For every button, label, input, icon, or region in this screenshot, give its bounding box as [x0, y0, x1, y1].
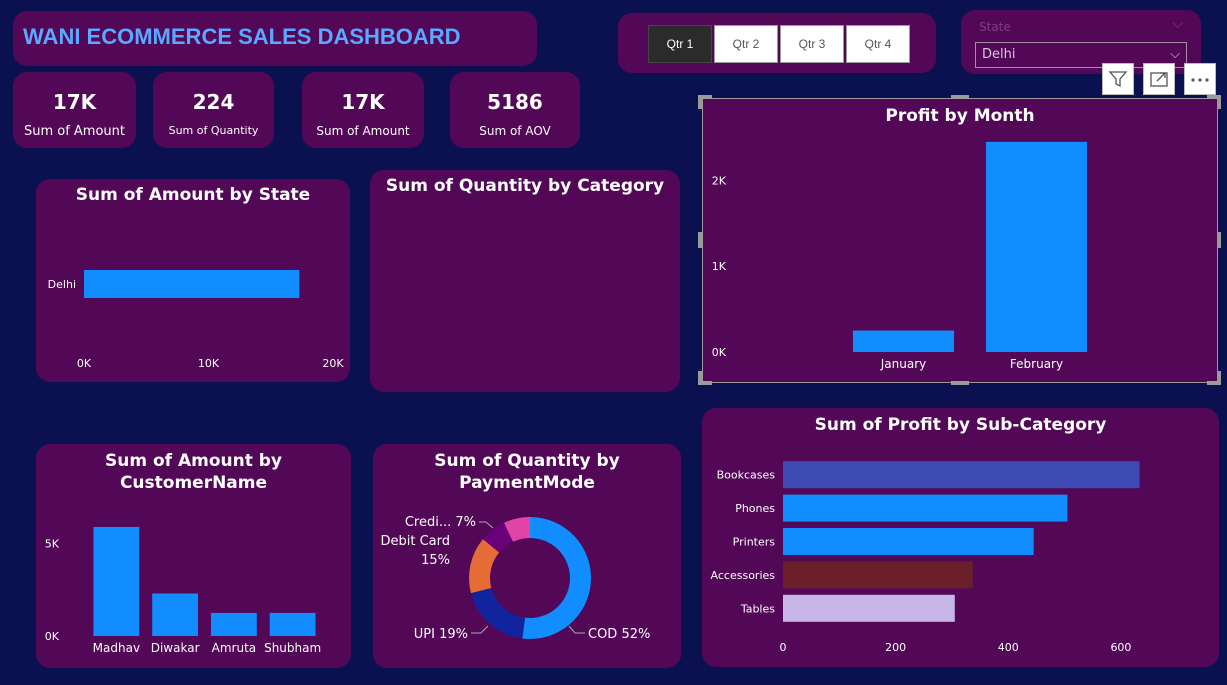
resize-handle[interactable]	[1217, 371, 1221, 385]
kpi-value: 224	[192, 90, 235, 114]
kpi-card-quantity[interactable]: 224 Sum of Quantity	[153, 72, 274, 148]
kpi-label: Sum of Amount	[23, 124, 126, 139]
filter-icon[interactable]	[1102, 63, 1134, 95]
focus-mode-icon[interactable]	[1143, 63, 1175, 95]
state-slicer-label: State	[979, 20, 1011, 34]
category-label: Bookcases	[717, 469, 776, 482]
kpi-label: Sum of AOV	[479, 124, 551, 138]
resize-handle[interactable]	[951, 381, 969, 385]
leader-line	[568, 625, 585, 634]
resize-handle[interactable]	[698, 232, 702, 248]
bar-printers	[783, 528, 1034, 555]
quantity-by-payment-svg: COD 52% UPI 19% Debit Card 15% Credi... 7%	[380, 515, 650, 642]
title-panel: WANI ECOMMERCE SALES DASHBOARD	[13, 11, 537, 66]
quarter-button-2[interactable]: Qtr 2	[714, 25, 778, 63]
bar-shubham	[269, 612, 316, 636]
category-label: Tables	[740, 602, 775, 615]
category-label: January	[880, 357, 927, 371]
bar-tables	[783, 594, 955, 622]
bar-madhav	[93, 526, 140, 636]
y-tick-label: 5K	[45, 538, 60, 551]
bar-delhi	[84, 270, 300, 298]
category-label: Printers	[733, 536, 776, 549]
bar-diwakar	[152, 593, 199, 636]
slice-label-credit: Credi... 7%	[405, 515, 476, 530]
x-tick-label: 400	[998, 641, 1019, 654]
kpi-value: 17K	[341, 90, 385, 114]
chart-amount-by-state[interactable]: Sum of Amount by State 0K 10K 20K Delhi	[36, 179, 350, 382]
x-tick-label: 10K	[198, 357, 220, 370]
category-label: Madhav	[93, 641, 140, 655]
x-tick-label: 20K	[322, 357, 344, 370]
bar-accessories	[783, 561, 973, 589]
resize-handle[interactable]	[1217, 95, 1221, 109]
amount-by-state-svg: 0K 10K 20K Delhi	[48, 270, 344, 370]
chart-quantity-by-payment[interactable]: Sum of Quantity by PaymentMode COD 52% UP…	[373, 444, 681, 668]
quarter-slicer: Qtr 1 Qtr 2 Qtr 3 Qtr 4	[618, 13, 936, 73]
kpi-value: 5186	[487, 90, 543, 114]
x-tick-label: 0	[780, 641, 787, 654]
y-tick-label: 0K	[45, 630, 60, 643]
chevron-down-icon[interactable]: ⌵	[1172, 16, 1183, 32]
amount-by-customer-svg: 0K 5K Madhav Diwakar Amruta Shubham	[45, 526, 321, 655]
x-tick-label: 600	[1110, 641, 1131, 654]
resize-handle[interactable]	[1217, 232, 1221, 248]
slice-label-cod: COD 52%	[588, 627, 650, 642]
resize-handle[interactable]	[951, 95, 969, 99]
quantity-by-category-svg	[370, 170, 680, 392]
kpi-card-amount-2[interactable]: 17K Sum of Amount	[302, 72, 424, 148]
category-label: February	[1010, 357, 1063, 371]
chart-profit-by-subcategory[interactable]: Sum of Profit by Sub-Category 0 200 400 600…	[702, 408, 1219, 667]
chart-quantity-by-category[interactable]: Sum of Quantity by Category	[370, 170, 680, 392]
category-label: Amruta	[212, 641, 257, 655]
profit-by-month-svg: 0K 1K 2K January February	[712, 141, 1088, 371]
dashboard-title: WANI ECOMMERCE SALES DASHBOARD	[23, 24, 461, 49]
bar-bookcases	[783, 461, 1140, 489]
bar-february	[985, 141, 1088, 352]
chart-profit-by-month[interactable]: Profit by Month 0K 1K 2K January February	[702, 98, 1218, 383]
kpi-label: Sum of Amount	[316, 124, 410, 138]
bar-january	[852, 330, 955, 352]
slice-label-debit-card: Debit Card	[380, 534, 450, 549]
leader-line	[479, 521, 494, 529]
category-label: Delhi	[48, 278, 76, 291]
y-tick-label: 2K	[712, 174, 727, 187]
leader-line	[471, 625, 489, 634]
slice-upi	[470, 587, 525, 639]
y-tick-label: 1K	[712, 260, 727, 273]
resize-handle[interactable]	[698, 371, 702, 385]
kpi-value: 17K	[52, 90, 97, 114]
chart-amount-by-customer[interactable]: Sum of Amount by CustomerName 0K 5K Madhav…	[36, 444, 351, 668]
category-label: Diwakar	[151, 641, 200, 655]
quarter-button-3[interactable]: Qtr 3	[780, 25, 844, 63]
bar-phones	[783, 494, 1068, 522]
resize-handle[interactable]	[698, 95, 702, 109]
quarter-button-4[interactable]: Qtr 4	[846, 25, 910, 63]
slice-label-debit-card: 15%	[421, 553, 450, 568]
category-label: Shubham	[264, 641, 321, 655]
x-tick-label: 0K	[77, 357, 92, 370]
category-label: Phones	[735, 502, 775, 515]
kpi-card-aov[interactable]: 5186 Sum of AOV	[450, 72, 580, 148]
x-tick-label: 200	[885, 641, 906, 654]
more-options-icon[interactable]	[1184, 63, 1216, 95]
category-label: Accessories	[711, 569, 776, 582]
state-selected-value: Delhi	[982, 47, 1016, 62]
slice-label-upi: UPI 19%	[414, 627, 468, 642]
quarter-button-1[interactable]: Qtr 1	[648, 25, 712, 63]
kpi-label: Sum of Quantity	[168, 124, 259, 137]
bar-amruta	[210, 612, 257, 636]
profit-by-subcategory-svg: 0 200 400 600 Bookcases Phones Printers Accesso…	[711, 461, 1140, 654]
slice-cod	[522, 517, 591, 639]
y-tick-label: 0K	[712, 346, 727, 359]
kpi-card-amount[interactable]: 17K Sum of Amount	[13, 72, 136, 148]
